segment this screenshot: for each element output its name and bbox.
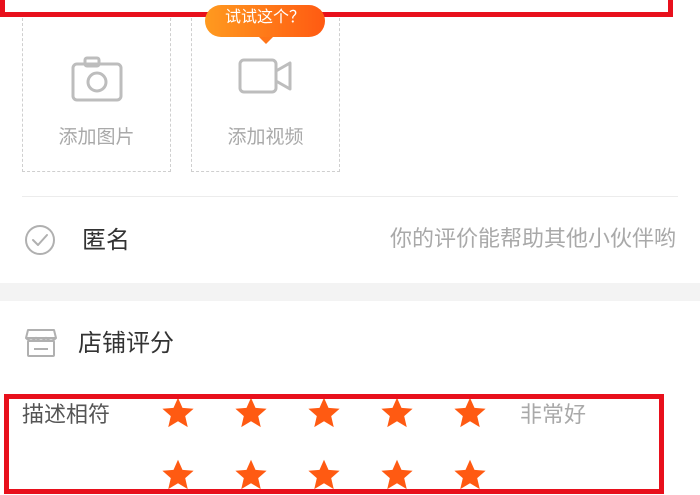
add-video-label: 添加视频 <box>227 126 304 148</box>
anonymous-hint: 你的评价能帮助其他小伙伴哟 <box>389 227 676 252</box>
shop-icon <box>24 328 58 358</box>
annotation-box-bottom <box>4 394 664 494</box>
add-photo-label: 添加图片 <box>58 126 135 148</box>
video-camera-icon <box>192 56 339 106</box>
section-gap <box>0 283 700 301</box>
try-this-tooltip[interactable]: 试试这个？ <box>205 5 325 37</box>
divider <box>22 196 678 197</box>
camera-icon <box>23 56 170 106</box>
shop-rating-title: 店铺评分 <box>78 329 174 357</box>
anonymous-check-icon[interactable] <box>24 224 56 256</box>
tooltip-arrow <box>259 37 273 44</box>
annotation-box-top <box>0 0 673 17</box>
add-photo-button[interactable]: 添加图片 <box>22 18 171 172</box>
anonymous-label[interactable]: 匿名 <box>82 224 130 256</box>
